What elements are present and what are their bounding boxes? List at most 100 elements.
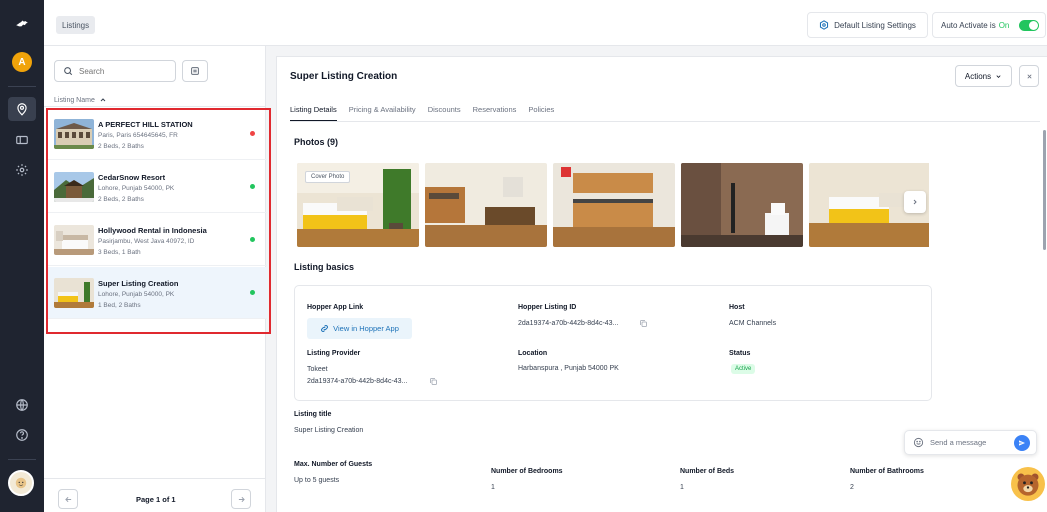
help-icon[interactable] xyxy=(8,423,36,447)
location-value: Harbanspura , Punjab 54000 PK xyxy=(518,365,619,372)
rail-divider xyxy=(8,459,36,460)
scrollbar[interactable] xyxy=(1043,130,1046,250)
globe-icon[interactable] xyxy=(8,393,36,417)
bedrooms-value: 1 xyxy=(491,484,495,491)
photo-gallery: Cover Photo xyxy=(297,163,929,247)
auto-activate-state: On xyxy=(998,20,1010,30)
tab-policies[interactable]: Policies xyxy=(528,105,554,122)
logo-icon[interactable] xyxy=(8,12,36,36)
gallery-next-button[interactable] xyxy=(904,191,926,213)
support-bot-avatar[interactable] xyxy=(1011,467,1045,501)
breadcrumb[interactable]: Listings xyxy=(56,16,96,34)
listing-basics-card: Hopper App Link View in Hopper App Hoppe… xyxy=(294,285,932,401)
next-page-button[interactable] xyxy=(231,489,251,509)
status-label: Status xyxy=(729,350,751,357)
user-avatar[interactable] xyxy=(8,470,34,496)
view-in-hopper-app-button[interactable]: View in Hopper App xyxy=(307,318,412,339)
default-listing-settings-label: Default Listing Settings xyxy=(834,20,916,30)
listing-name: Super Listing Creation xyxy=(98,279,179,288)
close-button[interactable] xyxy=(1019,65,1039,87)
page-indicator: Page 1 of 1 xyxy=(136,495,176,504)
listing-meta: 2 Beds, 2 Baths xyxy=(98,143,144,150)
auto-activate-toggle[interactable] xyxy=(1019,20,1039,31)
send-icon xyxy=(1019,440,1025,446)
left-nav-rail: A xyxy=(0,0,44,512)
beds-value: 1 xyxy=(680,484,684,491)
arrow-right-icon xyxy=(238,496,245,502)
copy-icon[interactable] xyxy=(429,377,438,386)
listing-meta: 2 Beds, 2 Baths xyxy=(98,196,144,203)
auto-activate-control: Auto Activate is On xyxy=(932,12,1046,38)
search-input[interactable] xyxy=(79,66,165,76)
listing-row[interactable]: Hollywood Rental in Indonesia Pasirjambu… xyxy=(47,214,267,266)
listing-provider-id: 2da19374-a70b-442b-8d4c-43... xyxy=(307,378,408,385)
chat-placeholder: Send a message xyxy=(930,438,987,447)
listing-thumbnail xyxy=(54,119,94,149)
settings-gear-icon[interactable] xyxy=(8,158,36,182)
search-icon xyxy=(64,67,73,76)
close-icon xyxy=(1026,73,1032,79)
listing-provider-label: Listing Provider xyxy=(307,350,361,357)
column-header-label: Listing Name xyxy=(54,96,95,104)
pagination: Page 1 of 1 xyxy=(44,478,266,512)
sort-chevron-up-icon xyxy=(100,98,106,102)
status-dot xyxy=(250,290,255,295)
listing-title-value: Super Listing Creation xyxy=(294,427,364,434)
tab-listing-details[interactable]: Listing Details xyxy=(290,105,337,122)
listing-thumbnail xyxy=(54,225,94,255)
listing-thumbnail xyxy=(54,278,94,308)
listing-address: Paris, Paris 654645645, FR xyxy=(98,132,178,139)
listing-meta: 3 Beds, 1 Bath xyxy=(98,249,141,256)
photo-bathroom[interactable] xyxy=(681,163,803,247)
chevron-down-icon xyxy=(996,74,1001,78)
send-button[interactable] xyxy=(1014,435,1030,451)
listings-location-icon[interactable] xyxy=(8,97,36,121)
arrow-left-icon xyxy=(64,496,71,502)
default-listing-settings-button[interactable]: Default Listing Settings xyxy=(807,12,928,38)
listing-meta: 1 Bed, 2 Baths xyxy=(98,302,141,309)
listing-name-column-header[interactable]: Listing Name xyxy=(54,96,107,104)
status-badge: Active xyxy=(731,364,756,374)
hopper-app-link-label: Hopper App Link xyxy=(307,304,364,311)
copy-icon[interactable] xyxy=(639,319,648,328)
photo-kitchen[interactable] xyxy=(553,163,675,247)
listing-name: Hollywood Rental in Indonesia xyxy=(98,226,207,235)
listing-title-label: Listing title xyxy=(294,411,332,418)
settings-hex-icon xyxy=(820,20,829,30)
list-filter-icon xyxy=(191,67,199,75)
listing-row[interactable]: A PERFECT HILL STATION Paris, Paris 6546… xyxy=(47,108,267,160)
prev-page-button[interactable] xyxy=(58,489,78,509)
status-dot xyxy=(250,237,255,242)
bathrooms-value: 2 xyxy=(850,484,854,491)
listing-address: Pasirjambu, West Java 40972, ID xyxy=(98,238,195,245)
status-dot xyxy=(250,184,255,189)
tab-reservations[interactable]: Reservations xyxy=(473,105,517,122)
top-bar: Listings Default Listing Settings Auto A… xyxy=(44,0,1047,46)
beds-label: Number of Beds xyxy=(680,468,735,475)
view-in-hopper-app-label: View in Hopper App xyxy=(333,324,399,333)
tab-discounts[interactable]: Discounts xyxy=(428,105,461,122)
tab-pricing-availability[interactable]: Pricing & Availability xyxy=(349,105,416,122)
emoji-icon[interactable] xyxy=(913,437,924,448)
hopper-listing-id-label: Hopper Listing ID xyxy=(518,304,577,311)
listing-row[interactable]: CedarSnow Resort Lohore, Punjab 54000, P… xyxy=(47,161,267,213)
photos-heading: Photos (9) xyxy=(294,137,338,147)
filter-button[interactable] xyxy=(182,60,208,82)
photo-living-room[interactable] xyxy=(425,163,547,247)
chevron-right-icon xyxy=(913,199,917,205)
cover-photo-tag: Cover Photo xyxy=(305,171,351,183)
actions-dropdown[interactable]: Actions xyxy=(955,65,1012,87)
chat-widget[interactable]: Send a message xyxy=(904,430,1037,455)
account-avatar[interactable]: A xyxy=(12,52,32,72)
link-icon xyxy=(321,325,329,332)
photo-bedroom-cover[interactable]: Cover Photo xyxy=(297,163,419,247)
listing-row[interactable]: Super Listing Creation Lohore, Punjab 54… xyxy=(47,267,267,319)
reservations-ticket-icon[interactable] xyxy=(8,128,36,152)
rail-divider xyxy=(8,86,36,87)
listing-thumbnail xyxy=(54,172,94,202)
status-dot xyxy=(250,131,255,136)
auto-activate-label: Auto Activate is xyxy=(941,20,996,30)
host-value: ACM Channels xyxy=(729,320,777,327)
listing-name: CedarSnow Resort xyxy=(98,173,166,182)
listing-basics-heading: Listing basics xyxy=(294,262,355,272)
